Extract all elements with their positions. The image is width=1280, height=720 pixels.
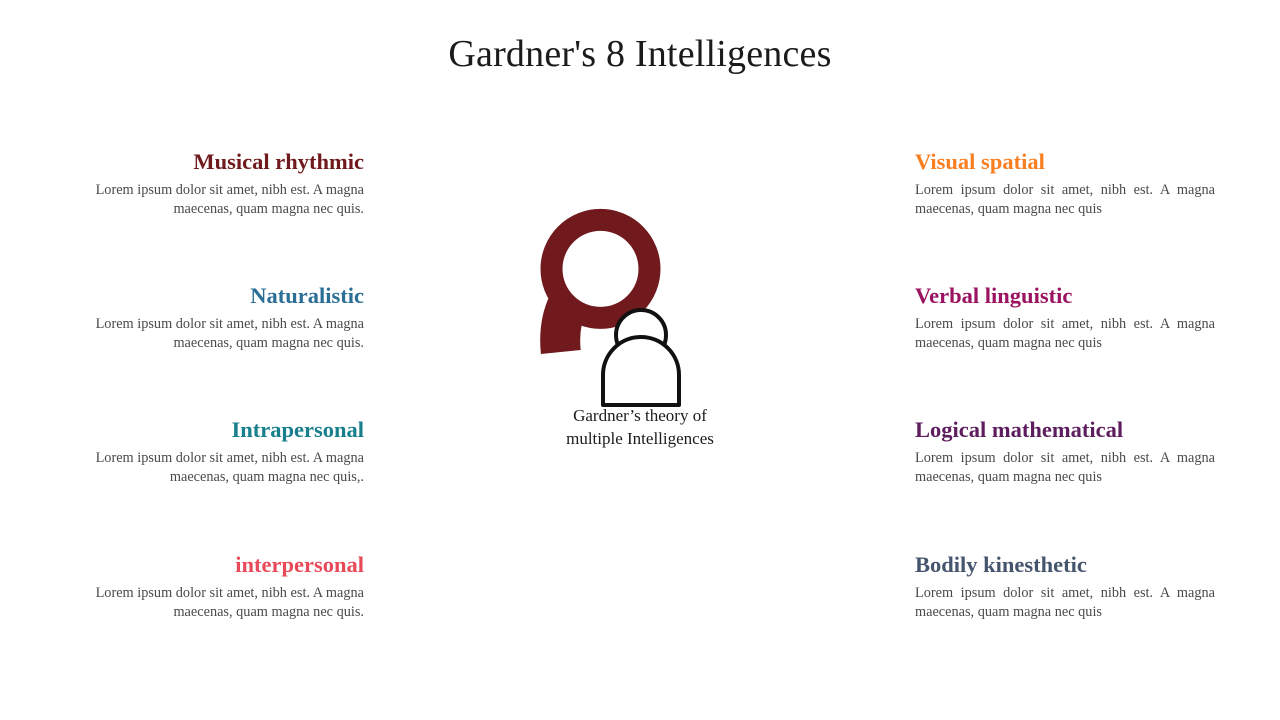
- item-desc-visual-spatial: Lorem ipsum dolor sit amet, nibh est. A …: [915, 181, 1215, 217]
- item-text-interpersonal: interpersonal Lorem ipsum dolor sit amet…: [64, 553, 364, 622]
- item-text-musical-rhythmic: Musical rhythmic Lorem ipsum dolor sit a…: [64, 150, 364, 219]
- item-text-verbal-linguistic: Verbal linguistic Lorem ipsum dolor sit …: [915, 284, 1215, 353]
- center-caption-line1: Gardner’s theory of: [573, 406, 707, 425]
- item-title-verbal-linguistic: Verbal linguistic: [915, 283, 1073, 308]
- intelligences-wheel-diagram: [540, 208, 681, 407]
- item-title-logical-mathematical: Logical mathematical: [915, 417, 1124, 442]
- item-desc-intrapersonal: Lorem ipsum dolor sit amet, nibh est. A …: [95, 449, 364, 485]
- center-caption-line2: multiple Intelligences: [566, 429, 714, 449]
- item-title-interpersonal: interpersonal: [235, 552, 364, 577]
- item-title-naturalistic: Naturalistic: [250, 283, 364, 308]
- item-text-visual-spatial: Visual spatial Lorem ipsum dolor sit ame…: [915, 150, 1215, 219]
- wheel-heads: [540, 208, 661, 329]
- item-title-bodily-kinesthetic: Bodily kinesthetic: [915, 552, 1087, 577]
- item-title-intrapersonal: Intrapersonal: [231, 417, 364, 442]
- item-title-musical-rhythmic: Musical rhythmic: [193, 149, 364, 174]
- item-desc-bodily-kinesthetic: Lorem ipsum dolor sit amet, nibh est. A …: [915, 584, 1215, 620]
- item-desc-logical-mathematical: Lorem ipsum dolor sit amet, nibh est. A …: [915, 449, 1215, 485]
- item-text-logical-mathematical: Logical mathematical Lorem ipsum dolor s…: [915, 418, 1215, 487]
- center-caption: Gardner’s theory of multiple Intelligenc…: [540, 404, 740, 451]
- item-desc-interpersonal: Lorem ipsum dolor sit amet, nibh est. A …: [95, 584, 364, 620]
- item-desc-musical-rhythmic: Lorem ipsum dolor sit amet, nibh est. A …: [95, 181, 364, 217]
- item-desc-naturalistic: Lorem ipsum dolor sit amet, nibh est. A …: [95, 315, 364, 351]
- item-desc-verbal-linguistic: Lorem ipsum dolor sit amet, nibh est. A …: [915, 315, 1215, 351]
- item-text-naturalistic: Naturalistic Lorem ipsum dolor sit amet,…: [64, 284, 364, 353]
- wheel-icon-disc-musical: [562, 230, 639, 307]
- page-title: Gardner's 8 Intelligences: [448, 33, 832, 75]
- slide-canvas: Gardner's 8 Intelligences Musical rhythm…: [0, 0, 1280, 720]
- item-text-bodily-kinesthetic: Bodily kinesthetic Lorem ipsum dolor sit…: [915, 553, 1215, 622]
- item-title-visual-spatial: Visual spatial: [915, 149, 1045, 174]
- item-text-intrapersonal: Intrapersonal Lorem ipsum dolor sit amet…: [64, 418, 364, 487]
